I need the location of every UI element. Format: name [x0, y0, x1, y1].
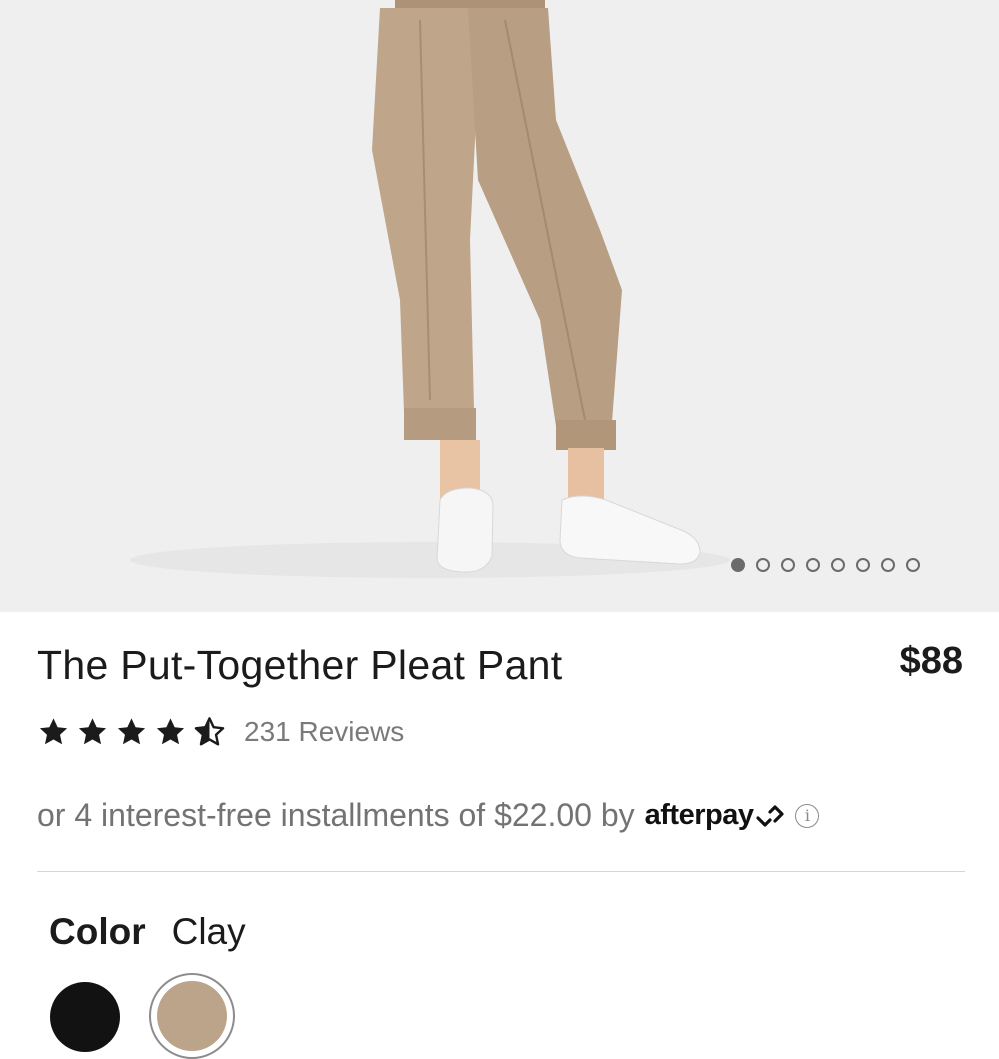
star-half-icon: [194, 717, 225, 746]
installments-text: or 4 interest-free installments of $22.0…: [37, 797, 635, 833]
carousel-dots: [731, 558, 920, 572]
color-selector-header: Color Clay: [49, 911, 246, 953]
afterpay-installments: or 4 interest-free installments of $22.0…: [37, 797, 820, 834]
product-image-carousel[interactable]: [0, 0, 999, 612]
star-full-icon: [156, 718, 185, 745]
afterpay-arrows-icon: [756, 804, 785, 827]
carousel-dot-6[interactable]: [856, 558, 870, 572]
color-label: Color: [49, 911, 146, 952]
carousel-dot-4[interactable]: [806, 558, 820, 572]
afterpay-wordmark: afterpay: [644, 799, 754, 831]
carousel-dot-7[interactable]: [881, 558, 895, 572]
product-photo: [130, 0, 730, 578]
carousel-dot-8[interactable]: [906, 558, 920, 572]
product-title: The Put-Together Pleat Pant: [37, 642, 563, 688]
review-count[interactable]: 231 Reviews: [244, 716, 404, 748]
color-swatch-clay[interactable]: [157, 981, 227, 1051]
star-full-icon: [117, 718, 146, 745]
carousel-dot-3[interactable]: [781, 558, 795, 572]
afterpay-logo: afterpay: [645, 799, 786, 832]
star-full-icon: [39, 718, 68, 745]
section-divider: [37, 871, 965, 872]
star-rating: [37, 716, 226, 748]
carousel-dot-2[interactable]: [756, 558, 770, 572]
product-price: $88: [899, 640, 963, 682]
star-full-icon: [78, 718, 107, 745]
info-icon[interactable]: i: [795, 803, 820, 828]
carousel-dot-5[interactable]: [831, 558, 845, 572]
carousel-dot-1[interactable]: [731, 558, 745, 572]
rating-link[interactable]: 231 Reviews: [37, 716, 404, 748]
color-swatch-black[interactable]: [50, 982, 120, 1052]
selected-color-name: Clay: [171, 911, 246, 952]
